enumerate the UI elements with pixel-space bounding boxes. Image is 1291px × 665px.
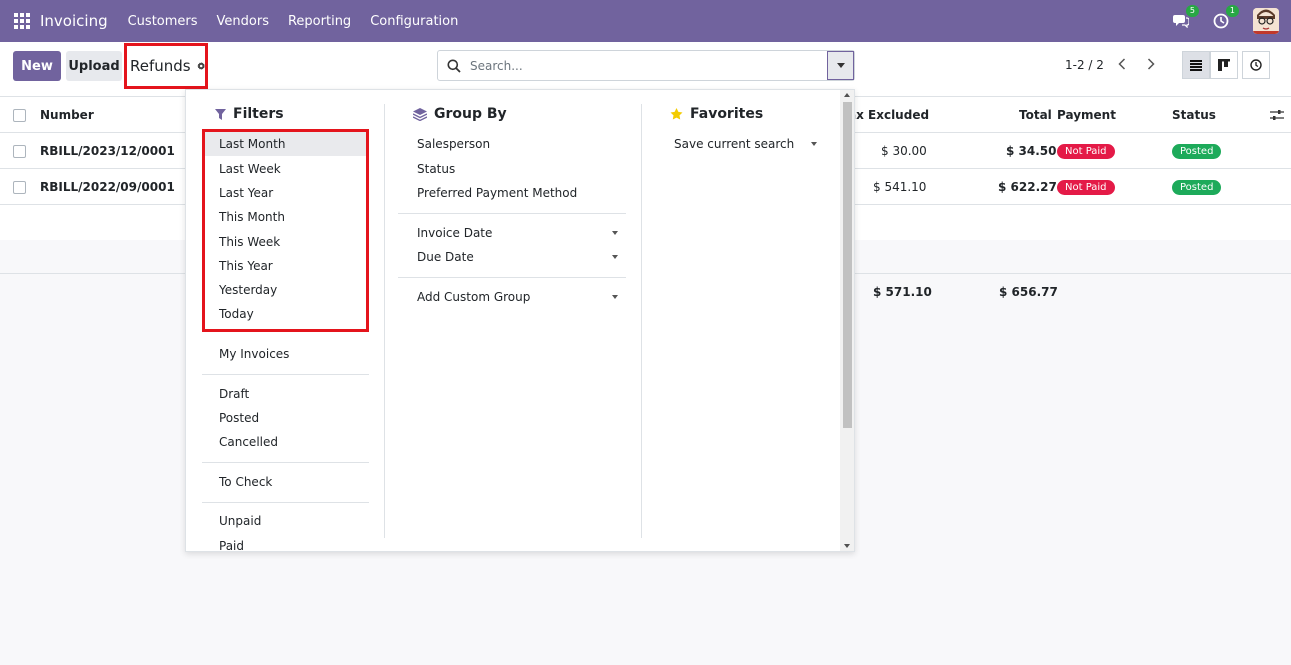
- column-separator: [384, 104, 385, 538]
- sliders-icon: [1270, 110, 1284, 120]
- activity-view-button[interactable]: [1242, 51, 1270, 79]
- groupby-invoice-date[interactable]: Invoice Date: [417, 221, 492, 245]
- chevron-right-icon: [1147, 58, 1155, 70]
- breadcrumb: Refunds: [124, 43, 208, 89]
- clock-icon: [1250, 59, 1262, 71]
- filter-to-check[interactable]: To Check: [219, 470, 272, 494]
- scroll-down-icon[interactable]: [844, 544, 850, 548]
- cell-number: RBILL/2023/12/0001: [40, 144, 175, 158]
- group-by-heading: Group By: [413, 106, 507, 122]
- select-all-checkbox[interactable]: [13, 108, 26, 122]
- column-total[interactable]: Total: [1019, 97, 1052, 133]
- gear-icon[interactable]: [196, 60, 205, 72]
- filter-icon: [215, 108, 226, 120]
- payment-badge: Not Paid: [1057, 179, 1115, 195]
- column-separator: [641, 104, 642, 538]
- divider: [398, 277, 626, 278]
- caret-down-icon: [836, 63, 845, 68]
- pager-next-button[interactable]: [1139, 53, 1163, 75]
- column-settings-button[interactable]: [1270, 97, 1284, 133]
- list-icon: [1190, 59, 1202, 71]
- user-avatar[interactable]: [1253, 8, 1279, 34]
- kanban-icon: [1218, 59, 1230, 71]
- kanban-view-button[interactable]: [1210, 51, 1238, 79]
- scroll-up-icon[interactable]: [844, 93, 850, 97]
- filters-heading: Filters: [215, 106, 284, 122]
- divider: [398, 213, 626, 214]
- groupby-payment-method[interactable]: Preferred Payment Method: [417, 181, 577, 205]
- divider: [202, 462, 369, 463]
- activities-button[interactable]: 1: [1211, 5, 1239, 31]
- filter-posted[interactable]: Posted: [219, 406, 259, 430]
- view-switcher: [1182, 51, 1270, 79]
- activities-badge: 1: [1225, 5, 1239, 17]
- save-current-search[interactable]: Save current search: [674, 132, 794, 156]
- messages-badge: 5: [1185, 5, 1199, 17]
- pager-value[interactable]: 1-2 / 2: [1065, 58, 1104, 72]
- messages-button[interactable]: 5: [1171, 5, 1199, 31]
- search-icon: [447, 59, 461, 73]
- search-panel-dropdown: Filters Last Month Last Week Last Year T…: [185, 89, 855, 552]
- filter-my-invoices[interactable]: My Invoices: [219, 342, 289, 366]
- search-bar: [437, 50, 855, 81]
- row-checkbox[interactable]: [13, 180, 26, 194]
- app-name[interactable]: Invoicing: [40, 12, 108, 30]
- cell-total: $ 34.50: [1006, 144, 1057, 158]
- groupby-salesperson[interactable]: Salesperson: [417, 132, 490, 156]
- menu-configuration[interactable]: Configuration: [370, 14, 458, 29]
- scroll-thumb[interactable]: [843, 102, 852, 428]
- add-custom-group[interactable]: Add Custom Group: [417, 285, 530, 309]
- caret-down-icon[interactable]: [612, 255, 618, 259]
- search-input[interactable]: [470, 51, 826, 80]
- filter-unpaid[interactable]: Unpaid: [219, 509, 261, 533]
- status-badge: Posted: [1172, 143, 1222, 159]
- upload-button[interactable]: Upload: [66, 51, 122, 81]
- annotation-highlight-box: [202, 129, 369, 332]
- total-amount: $ 656.77: [999, 285, 1058, 299]
- groupby-status[interactable]: Status: [417, 157, 455, 181]
- new-button[interactable]: New: [13, 51, 61, 81]
- chevron-left-icon: [1118, 58, 1126, 70]
- column-tax-excluded[interactable]: ax Excluded: [848, 97, 929, 133]
- divider: [202, 502, 369, 503]
- groupby-due-date[interactable]: Due Date: [417, 245, 474, 269]
- filter-draft[interactable]: Draft: [219, 382, 249, 406]
- status-badge: Posted: [1172, 179, 1222, 195]
- payment-badge: Not Paid: [1057, 143, 1115, 159]
- top-navbar: Invoicing Customers Vendors Reporting Co…: [0, 0, 1291, 42]
- caret-down-icon[interactable]: [811, 142, 817, 146]
- filter-paid[interactable]: Paid: [219, 534, 244, 551]
- total-tax-excluded: $ 571.10: [873, 285, 932, 299]
- star-icon: [670, 108, 683, 120]
- column-status[interactable]: Status: [1172, 97, 1216, 133]
- menu-reporting[interactable]: Reporting: [288, 14, 351, 29]
- cell-number: RBILL/2022/09/0001: [40, 180, 175, 194]
- scrollbar[interactable]: [840, 90, 854, 551]
- menu-customers[interactable]: Customers: [128, 14, 198, 29]
- clock-icon: [1213, 13, 1229, 29]
- filter-cancelled[interactable]: Cancelled: [219, 430, 278, 454]
- page-title: Refunds: [130, 57, 191, 75]
- cell-tax-excluded: $ 30.00: [881, 144, 927, 158]
- pager-previous-button[interactable]: [1110, 53, 1134, 75]
- favorites-heading: Favorites: [670, 106, 763, 122]
- column-number[interactable]: Number: [40, 97, 94, 133]
- column-payment[interactable]: Payment: [1057, 97, 1116, 133]
- divider: [202, 374, 369, 375]
- list-view-button[interactable]: [1182, 51, 1210, 79]
- layers-icon: [413, 107, 427, 121]
- chat-icon: [1173, 15, 1189, 28]
- apps-menu-icon[interactable]: [14, 13, 30, 29]
- row-checkbox[interactable]: [13, 144, 26, 158]
- cell-tax-excluded: $ 541.10: [873, 180, 927, 194]
- search-options-toggle[interactable]: [827, 51, 854, 80]
- caret-down-icon[interactable]: [612, 231, 618, 235]
- cell-total: $ 622.27: [998, 180, 1057, 194]
- caret-down-icon[interactable]: [612, 295, 618, 299]
- menu-vendors[interactable]: Vendors: [217, 14, 269, 29]
